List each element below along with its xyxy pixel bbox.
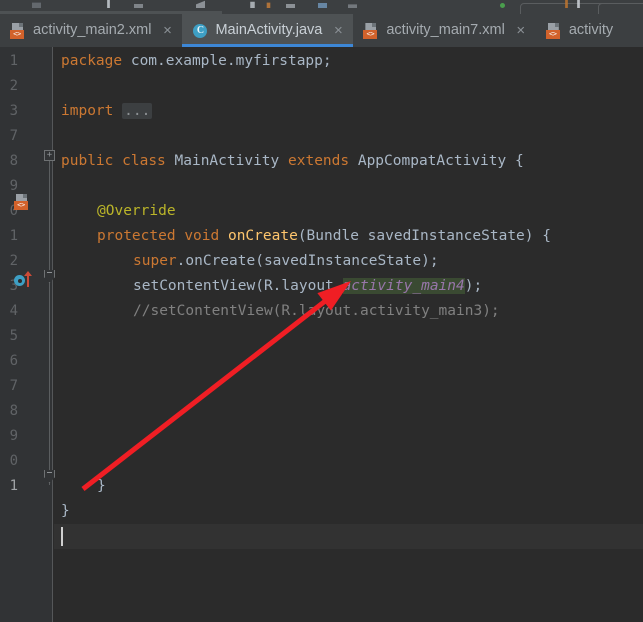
toolbar-strip[interactable] bbox=[0, 0, 643, 14]
tab-label: MainActivity.java bbox=[215, 22, 323, 38]
code-line[interactable]: } bbox=[61, 499, 70, 524]
code-token: protected bbox=[97, 228, 176, 244]
toolbar-icon[interactable] bbox=[266, 2, 271, 8]
line-number: 0 bbox=[9, 453, 18, 469]
toolbar-icon[interactable] bbox=[250, 1, 255, 8]
line-number: 8 bbox=[9, 153, 18, 169]
line-number: 4 bbox=[9, 303, 18, 319]
tab-close-icon[interactable]: × bbox=[515, 23, 527, 38]
code-token: .onCreate(savedInstanceState); bbox=[176, 253, 439, 269]
code-token: super bbox=[133, 253, 177, 269]
editor-tab-4[interactable]: <> activity bbox=[536, 14, 622, 47]
code-token: public bbox=[61, 153, 114, 169]
tab-close-icon[interactable]: × bbox=[161, 23, 173, 38]
editor-tab-2[interactable]: C MainActivity.java × bbox=[182, 14, 354, 47]
xml-badge: <> bbox=[10, 29, 24, 39]
code-surface[interactable]: package com.example.myfirstapp; import ..… bbox=[54, 47, 643, 622]
java-class-icon: C bbox=[192, 23, 208, 39]
tab-label: activity_main7.xml bbox=[386, 22, 505, 38]
code-token: ... bbox=[122, 103, 153, 119]
line-number: 7 bbox=[9, 378, 18, 394]
override-up-arrow-icon bbox=[24, 271, 32, 287]
code-token: } bbox=[61, 503, 70, 519]
code-line[interactable]: setContentView(R.layout.activity_main4); bbox=[61, 274, 482, 299]
code-token: ); bbox=[464, 278, 483, 294]
tab-label: activity_main2.xml bbox=[33, 22, 152, 38]
file-corner-shape bbox=[554, 22, 559, 27]
override-ring-shape bbox=[14, 275, 25, 286]
code-line[interactable]: super.onCreate(savedInstanceState); bbox=[61, 249, 439, 274]
toolbar-icon[interactable] bbox=[500, 3, 505, 8]
line-number: 7 bbox=[9, 128, 18, 144]
editor-tab-1[interactable]: <> activity_main2.xml × bbox=[0, 14, 182, 47]
toolbar-icon[interactable] bbox=[196, 0, 205, 8]
text-caret bbox=[61, 527, 63, 546]
code-line[interactable]: @Override bbox=[61, 199, 176, 224]
tab-label: activity bbox=[568, 22, 614, 38]
code-line[interactable]: protected void onCreate(Bundle savedInst… bbox=[61, 224, 551, 249]
line-number: 6 bbox=[9, 353, 18, 369]
code-token: package bbox=[61, 53, 123, 69]
toolbar-icon[interactable] bbox=[107, 0, 110, 8]
override-method-gutter-icon[interactable] bbox=[14, 271, 36, 288]
editor-gutter[interactable]: 123789012345678901 + <> bbox=[0, 47, 55, 622]
code-folding-rail bbox=[49, 155, 50, 485]
xml-badge: <> bbox=[545, 29, 560, 39]
code-token: @Override bbox=[97, 203, 176, 219]
code-token: void bbox=[184, 228, 220, 244]
xml-layout-gutter-icon[interactable]: <> bbox=[14, 194, 30, 210]
xml-file-icon: <> bbox=[363, 22, 379, 39]
code-token: (Bundle savedInstanceState) { bbox=[297, 228, 551, 244]
code-token: } bbox=[97, 478, 106, 494]
tab-close-icon[interactable]: × bbox=[332, 23, 344, 38]
code-token: onCreate bbox=[227, 228, 298, 244]
code-line[interactable]: //setContentView(R.layout.activity_main3… bbox=[61, 299, 500, 324]
code-line[interactable]: import ... bbox=[61, 99, 153, 124]
file-corner-shape bbox=[23, 194, 27, 198]
line-number: 3 bbox=[9, 103, 18, 119]
line-number: 1 bbox=[9, 228, 18, 244]
file-corner-shape bbox=[372, 22, 377, 27]
toolbar-icon[interactable] bbox=[286, 3, 295, 8]
file-corner-shape bbox=[19, 22, 23, 27]
line-number: 9 bbox=[9, 428, 18, 444]
editor-tab-3[interactable]: <> activity_main7.xml × bbox=[353, 14, 535, 47]
line-number: 2 bbox=[9, 78, 18, 94]
editor-tab-bar[interactable]: <> activity_main2.xml × C MainActivity.java ×… bbox=[0, 14, 643, 47]
toolbar-combo[interactable] bbox=[598, 3, 643, 14]
code-editor[interactable]: 123789012345678901 + <> package com.exam… bbox=[0, 47, 643, 622]
java-class-disc: C bbox=[193, 23, 208, 38]
xml-file-icon: <> bbox=[10, 22, 26, 39]
xml-file-icon: <> bbox=[545, 22, 562, 39]
code-line[interactable]: } bbox=[61, 474, 106, 499]
toolbar-icon[interactable] bbox=[348, 4, 357, 8]
code-token: MainActivity bbox=[165, 153, 288, 169]
line-number: 8 bbox=[9, 403, 18, 419]
code-token: import bbox=[61, 103, 114, 119]
code-token: class bbox=[122, 153, 166, 169]
code-token: setContentView(R.layout. bbox=[133, 278, 343, 294]
line-number: 1 bbox=[9, 53, 18, 69]
code-line[interactable]: package com.example.myfirstapp; bbox=[61, 49, 332, 74]
highlighted-identifier: activity_main4 bbox=[342, 278, 465, 294]
toolbar-icon[interactable] bbox=[32, 2, 41, 8]
line-number: 2 bbox=[9, 253, 18, 269]
code-token: AppCompatActivity { bbox=[349, 153, 524, 169]
xml-badge: <> bbox=[363, 29, 378, 39]
line-number: 5 bbox=[9, 328, 18, 344]
code-token: extends bbox=[288, 153, 350, 169]
xml-badge: <> bbox=[14, 201, 28, 210]
toolbar-icon[interactable] bbox=[134, 3, 143, 8]
code-token: //setContentView(R.layout.activity_main3… bbox=[133, 303, 500, 319]
current-line-highlight bbox=[54, 524, 643, 549]
line-number: 1 bbox=[9, 478, 18, 494]
toolbar-icon[interactable] bbox=[318, 3, 327, 8]
code-line[interactable]: public class MainActivity extends AppCom… bbox=[61, 149, 524, 174]
android-studio-editor-window: <> activity_main2.xml × C MainActivity.java ×… bbox=[0, 0, 643, 622]
code-token: com.example.myfirstapp; bbox=[122, 53, 332, 69]
